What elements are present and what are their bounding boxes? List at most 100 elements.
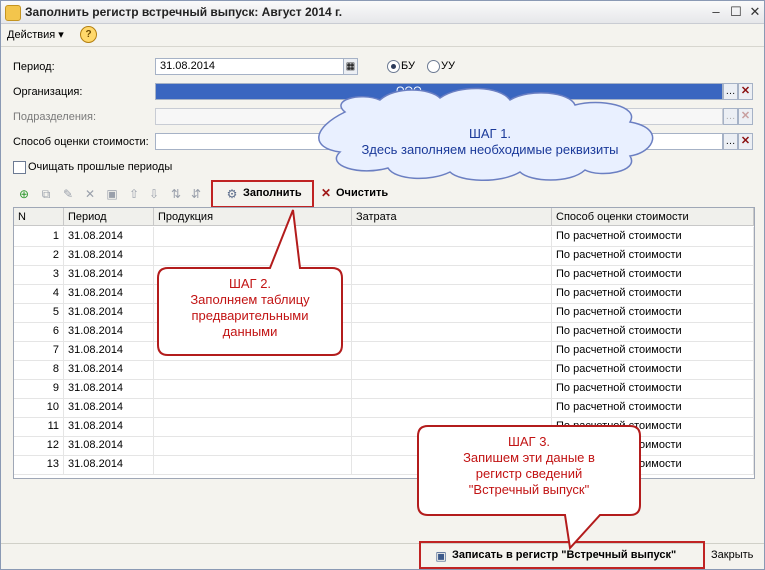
row-method[interactable]: По расчетной стоимости	[552, 303, 754, 322]
organization-field[interactable]: ООО	[155, 83, 723, 100]
row-period[interactable]: 31.08.2014	[64, 398, 154, 417]
radio-bu[interactable]	[387, 60, 400, 73]
row-cost[interactable]	[352, 265, 552, 284]
row-cost[interactable]	[352, 360, 552, 379]
radio-uu[interactable]	[427, 60, 440, 73]
col-header-cost[interactable]: Затрата	[352, 208, 552, 226]
col-header-product[interactable]: Продукция	[154, 208, 352, 226]
row-period[interactable]: 31.08.2014	[64, 246, 154, 265]
row-product[interactable]	[154, 227, 352, 246]
row-period[interactable]: 31.08.2014	[64, 360, 154, 379]
row-product[interactable]	[154, 417, 352, 436]
col-header-n[interactable]: N	[14, 208, 64, 226]
col-header-period[interactable]: Период	[64, 208, 154, 226]
clear-organization-icon[interactable]: ✕	[738, 83, 753, 100]
clear-method-icon[interactable]: ✕	[738, 133, 753, 150]
close-window-button[interactable]: ✕	[746, 3, 764, 20]
table-row[interactable]: 4 31.08.2014 По расчетной стоимости	[14, 284, 754, 304]
edit-row-icon[interactable]: ✎	[61, 187, 75, 201]
copy-row-icon[interactable]: ⧉	[39, 187, 53, 201]
table-row[interactable]: 12 31.08.2014 По расчетной стоимости	[14, 436, 754, 456]
row-cost[interactable]	[352, 227, 552, 246]
help-icon[interactable]: ?	[80, 26, 97, 43]
clear-department-icon[interactable]: ✕	[738, 108, 753, 125]
add-row-icon[interactable]: ⊕	[17, 187, 31, 201]
table-row[interactable]: 5 31.08.2014 По расчетной стоимости	[14, 303, 754, 323]
table-row[interactable]: 13 31.08.2014 По расчетной стоимости	[14, 455, 754, 475]
row-number[interactable]: 6	[14, 322, 64, 341]
row-period[interactable]: 31.08.2014	[64, 284, 154, 303]
row-number[interactable]: 5	[14, 303, 64, 322]
table-row[interactable]: 1 31.08.2014 По расчетной стоимости	[14, 227, 754, 247]
row-period[interactable]: 31.08.2014	[64, 227, 154, 246]
row-cost[interactable]	[352, 341, 552, 360]
table-row[interactable]: 3 31.08.2014 По расчетной стоимости	[14, 265, 754, 285]
row-method[interactable]: По расчетной стоимости	[552, 341, 754, 360]
period-field[interactable]: 31.08.2014	[155, 58, 344, 75]
department-field[interactable]	[155, 108, 723, 125]
select-department-button[interactable]: …	[723, 108, 738, 125]
row-period[interactable]: 31.08.2014	[64, 455, 154, 474]
row-product[interactable]	[154, 455, 352, 474]
row-product[interactable]	[154, 436, 352, 455]
table-row[interactable]: 10 31.08.2014 По расчетной стоимости	[14, 398, 754, 418]
row-number[interactable]: 10	[14, 398, 64, 417]
row-method[interactable]: По расчетной стоимости	[552, 265, 754, 284]
table-row[interactable]: 8 31.08.2014 По расчетной стоимости	[14, 360, 754, 380]
row-cost[interactable]	[352, 322, 552, 341]
row-product[interactable]	[154, 341, 352, 360]
row-period[interactable]: 31.08.2014	[64, 265, 154, 284]
row-period[interactable]: 31.08.2014	[64, 417, 154, 436]
row-number[interactable]: 8	[14, 360, 64, 379]
maximize-button[interactable]: ☐	[727, 3, 745, 20]
row-method[interactable]: По расчетной стоимости	[552, 379, 754, 398]
row-number[interactable]: 4	[14, 284, 64, 303]
move-up-icon[interactable]: ⇧	[127, 187, 141, 201]
row-number[interactable]: 1	[14, 227, 64, 246]
row-method[interactable]: По расчетной стоимости	[552, 246, 754, 265]
table-row[interactable]: 6 31.08.2014 По расчетной стоимости	[14, 322, 754, 342]
row-number[interactable]: 3	[14, 265, 64, 284]
row-cost[interactable]	[352, 398, 552, 417]
row-period[interactable]: 31.08.2014	[64, 379, 154, 398]
row-method[interactable]: По расчетной стоимости	[552, 227, 754, 246]
delete-row-icon[interactable]: ✕	[83, 187, 97, 201]
table-row[interactable]: 9 31.08.2014 По расчетной стоимости	[14, 379, 754, 399]
row-cost[interactable]	[352, 246, 552, 265]
save-row-icon[interactable]: ▣	[105, 187, 119, 201]
row-period[interactable]: 31.08.2014	[64, 322, 154, 341]
calendar-icon[interactable]: ▦	[343, 58, 358, 75]
row-number[interactable]: 12	[14, 436, 64, 455]
row-number[interactable]: 7	[14, 341, 64, 360]
row-period[interactable]: 31.08.2014	[64, 436, 154, 455]
row-method[interactable]: По расчетной стоимости	[552, 398, 754, 417]
sort-desc-icon[interactable]: ⇵	[189, 187, 203, 201]
select-method-button[interactable]: …	[723, 133, 738, 150]
row-period[interactable]: 31.08.2014	[64, 341, 154, 360]
select-organization-button[interactable]: …	[723, 83, 738, 100]
row-method[interactable]: По расчетной стоимости	[552, 360, 754, 379]
row-product[interactable]	[154, 360, 352, 379]
row-number[interactable]: 13	[14, 455, 64, 474]
row-method[interactable]: По расчетной стоимости	[552, 322, 754, 341]
table-row[interactable]: 2 31.08.2014 По расчетной стоимости	[14, 246, 754, 266]
row-cost[interactable]	[352, 303, 552, 322]
clear-table-icon[interactable]: ✕	[321, 186, 331, 200]
sort-asc-icon[interactable]: ⇅	[169, 187, 183, 201]
table-row[interactable]: 11 31.08.2014 По расчетной стоимости	[14, 417, 754, 437]
row-period[interactable]: 31.08.2014	[64, 303, 154, 322]
actions-menu[interactable]: Действия ▾	[7, 28, 64, 41]
col-header-method[interactable]: Способ оценки стоимости	[552, 208, 754, 226]
row-cost[interactable]	[352, 379, 552, 398]
row-number[interactable]: 11	[14, 417, 64, 436]
row-product[interactable]	[154, 246, 352, 265]
minimize-button[interactable]: –	[707, 3, 725, 20]
row-product[interactable]	[154, 379, 352, 398]
row-method[interactable]: По расчетной стоимости	[552, 284, 754, 303]
row-cost[interactable]	[352, 284, 552, 303]
clear-past-checkbox[interactable]	[13, 161, 26, 174]
row-number[interactable]: 9	[14, 379, 64, 398]
clear-table-button[interactable]: Очистить	[336, 187, 388, 199]
close-button[interactable]: Закрыть	[711, 549, 753, 561]
move-down-icon[interactable]: ⇩	[147, 187, 161, 201]
